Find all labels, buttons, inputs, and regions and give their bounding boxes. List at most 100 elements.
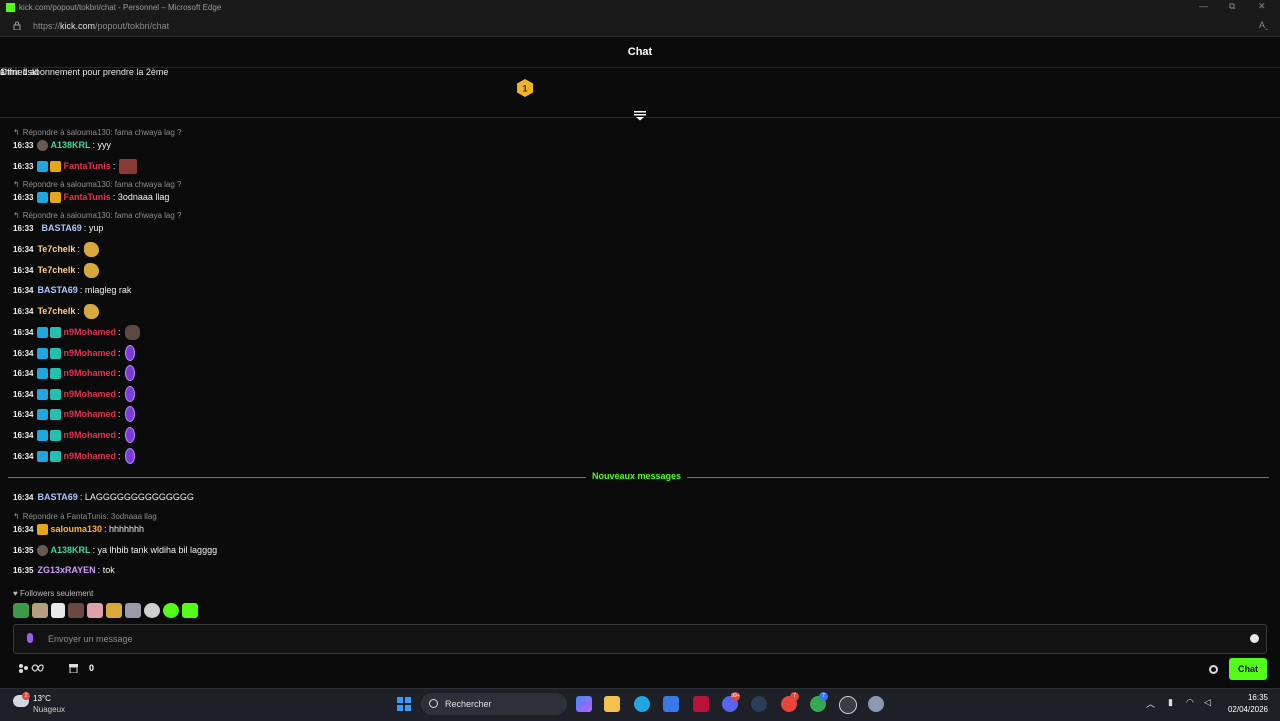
emote-icon[interactable] bbox=[51, 603, 65, 618]
emote-icon[interactable] bbox=[106, 603, 122, 618]
message-username[interactable]: FantaTunis bbox=[63, 161, 110, 171]
message-username[interactable]: Te7chelk bbox=[37, 306, 75, 316]
chat-message[interactable]: 16:33 BASTA69 : yup bbox=[13, 221, 103, 235]
volume-icon[interactable]: ◁ bbox=[1204, 697, 1211, 708]
store-icon[interactable] bbox=[68, 663, 79, 673]
chat-message[interactable]: 16:34 BASTA69 : LAGGGGGGGGGGGGGG bbox=[13, 490, 194, 504]
chat-message[interactable]: 16:34 Te7chelk : bbox=[13, 303, 99, 319]
message-time: 16:35 bbox=[13, 565, 34, 575]
edge-icon[interactable] bbox=[634, 696, 650, 712]
users-infinity-icon[interactable] bbox=[18, 663, 44, 673]
message-username[interactable]: n9Mohamed bbox=[63, 368, 116, 378]
message-username[interactable]: FantaTunis bbox=[63, 192, 110, 202]
message-username[interactable]: n9Mohamed bbox=[63, 451, 116, 461]
chat-message[interactable]: 16:33 A138KRL : yyy bbox=[13, 138, 111, 152]
chat-message[interactable]: 16:34 salouma130 : hhhhhhh bbox=[13, 522, 144, 536]
emote-icon[interactable] bbox=[83, 241, 99, 257]
weather-condition[interactable]: Nuageux bbox=[33, 705, 65, 714]
chat-message[interactable]: 16:35 A138KRL : ya lhbib tank wldiha bil… bbox=[13, 543, 217, 557]
microphone-tray-icon[interactable]: ▮ bbox=[1168, 697, 1173, 708]
emote-icon[interactable] bbox=[13, 603, 29, 618]
message-username[interactable]: n9Mohamed bbox=[63, 430, 116, 440]
message-username[interactable]: n9Mohamed bbox=[63, 327, 116, 337]
emote-icon[interactable] bbox=[124, 324, 140, 340]
steam-icon[interactable] bbox=[751, 696, 767, 712]
emote-icon[interactable] bbox=[124, 427, 135, 443]
emote-icon[interactable] bbox=[144, 603, 160, 618]
emote-icon[interactable] bbox=[182, 603, 198, 618]
wifi-icon[interactable]: ◠ bbox=[1186, 697, 1194, 708]
emote-icon[interactable] bbox=[32, 603, 48, 618]
emote-icon[interactable] bbox=[124, 406, 135, 422]
copilot-icon[interactable] bbox=[576, 696, 592, 712]
message-username[interactable]: salouma130 bbox=[50, 524, 102, 534]
message-username[interactable]: n9Mohamed bbox=[63, 409, 116, 419]
collapse-icon[interactable] bbox=[634, 111, 646, 121]
emoji-picker-icon[interactable] bbox=[1250, 634, 1259, 643]
emote-icon[interactable] bbox=[125, 603, 141, 618]
reply-context: ↰ Répondre à salouma130: fama chwaya lag … bbox=[13, 180, 182, 189]
emote-icon[interactable] bbox=[68, 603, 84, 618]
close-button[interactable]: ✕ bbox=[1258, 1, 1266, 12]
emote-icon[interactable] bbox=[124, 448, 135, 464]
chat-message[interactable]: 16:34 Te7chelk : bbox=[13, 241, 99, 257]
address-bar[interactable]: https://kick.com/popout/tokbri/chat Aˬ bbox=[0, 16, 1280, 37]
chat-message[interactable]: 16:33 FantaTunis : bbox=[13, 158, 138, 174]
chat-message[interactable]: 16:34 Te7chelk : bbox=[13, 262, 99, 278]
taskbar-date[interactable]: 02/04/2026 bbox=[1222, 705, 1268, 714]
weather-temperature[interactable]: 13°C bbox=[33, 694, 51, 703]
emote-icon[interactable] bbox=[163, 603, 179, 618]
chat-message[interactable]: 16:34 n9Mohamed : bbox=[13, 345, 135, 361]
boost-badge-icon bbox=[37, 429, 49, 441]
emote-icon[interactable] bbox=[83, 303, 99, 319]
message-text: : bbox=[77, 265, 80, 275]
chat-message[interactable]: 16:33 FantaTunis : 3odnaaa llag bbox=[13, 190, 169, 204]
message-input[interactable]: Envoyer un message bbox=[13, 624, 1267, 654]
message-username[interactable]: Te7chelk bbox=[37, 265, 75, 275]
chat-message[interactable]: 16:34 n9Mohamed : bbox=[13, 324, 140, 340]
message-username[interactable]: BASTA69 bbox=[37, 285, 77, 295]
browser-titlebar: kick.com/popout/tokbri/chat - Personnel … bbox=[0, 0, 1280, 16]
message-username[interactable]: Te7chelk bbox=[37, 244, 75, 254]
settings-app-icon[interactable] bbox=[868, 696, 884, 712]
settings-gear-icon[interactable] bbox=[1209, 665, 1218, 674]
emote-icon[interactable] bbox=[124, 345, 135, 361]
restore-button[interactable]: ⧉ bbox=[1229, 1, 1235, 12]
taskbar-clock[interactable]: 16:35 bbox=[1226, 693, 1268, 702]
message-username[interactable]: n9Mohamed bbox=[63, 348, 116, 358]
chat-message[interactable]: 16:34 n9Mohamed : bbox=[13, 448, 135, 464]
url-text[interactable]: https://kick.com/popout/tokbri/chat bbox=[33, 21, 169, 31]
message-username[interactable]: n9Mohamed bbox=[63, 389, 116, 399]
message-username[interactable]: ZG13xRAYEN bbox=[37, 565, 95, 575]
windows-start-icon[interactable] bbox=[397, 697, 411, 711]
chat-message[interactable]: 16:34 n9Mohamed : bbox=[13, 386, 135, 402]
emote-icon[interactable] bbox=[119, 158, 138, 174]
chat-message[interactable]: 16:34 n9Mohamed : bbox=[13, 365, 135, 381]
message-username[interactable]: A138KRL bbox=[50, 545, 90, 555]
lock-icon[interactable] bbox=[13, 21, 21, 30]
heart-icon: ♥ bbox=[13, 589, 18, 598]
message-username[interactable]: BASTA69 bbox=[37, 492, 77, 502]
chat-message[interactable]: 16:34 n9Mohamed : bbox=[13, 406, 135, 422]
taskbar-search[interactable]: Rechercher bbox=[421, 693, 567, 715]
obs-icon[interactable] bbox=[839, 696, 857, 714]
store-app-icon[interactable] bbox=[663, 696, 679, 712]
send-chat-button[interactable]: Chat bbox=[1229, 658, 1267, 680]
read-aloud-icon[interactable]: Aˬ bbox=[1259, 20, 1268, 30]
tray-chevron-icon[interactable]: ︿ bbox=[1146, 697, 1155, 710]
emote-icon[interactable] bbox=[83, 262, 99, 278]
adobe-icon[interactable] bbox=[693, 696, 709, 712]
message-username[interactable]: BASTA69 bbox=[41, 223, 81, 233]
microphone-icon[interactable] bbox=[27, 633, 33, 643]
boost-badge-icon bbox=[37, 450, 49, 462]
message-username[interactable]: A138KRL bbox=[50, 140, 90, 150]
emote-icon[interactable] bbox=[124, 365, 135, 381]
chat-message[interactable]: 16:34 n9Mohamed : bbox=[13, 427, 135, 443]
file-explorer-icon[interactable] bbox=[604, 696, 620, 712]
chat-message[interactable]: 16:34 BASTA69 : mlagleg rak bbox=[13, 283, 131, 297]
message-time: 16:33 bbox=[13, 161, 34, 171]
minimize-button[interactable]: — bbox=[1199, 1, 1208, 11]
chat-message[interactable]: 16:35 ZG13xRAYEN : tok bbox=[13, 563, 115, 577]
emote-icon[interactable] bbox=[87, 603, 103, 618]
emote-icon[interactable] bbox=[124, 386, 135, 402]
